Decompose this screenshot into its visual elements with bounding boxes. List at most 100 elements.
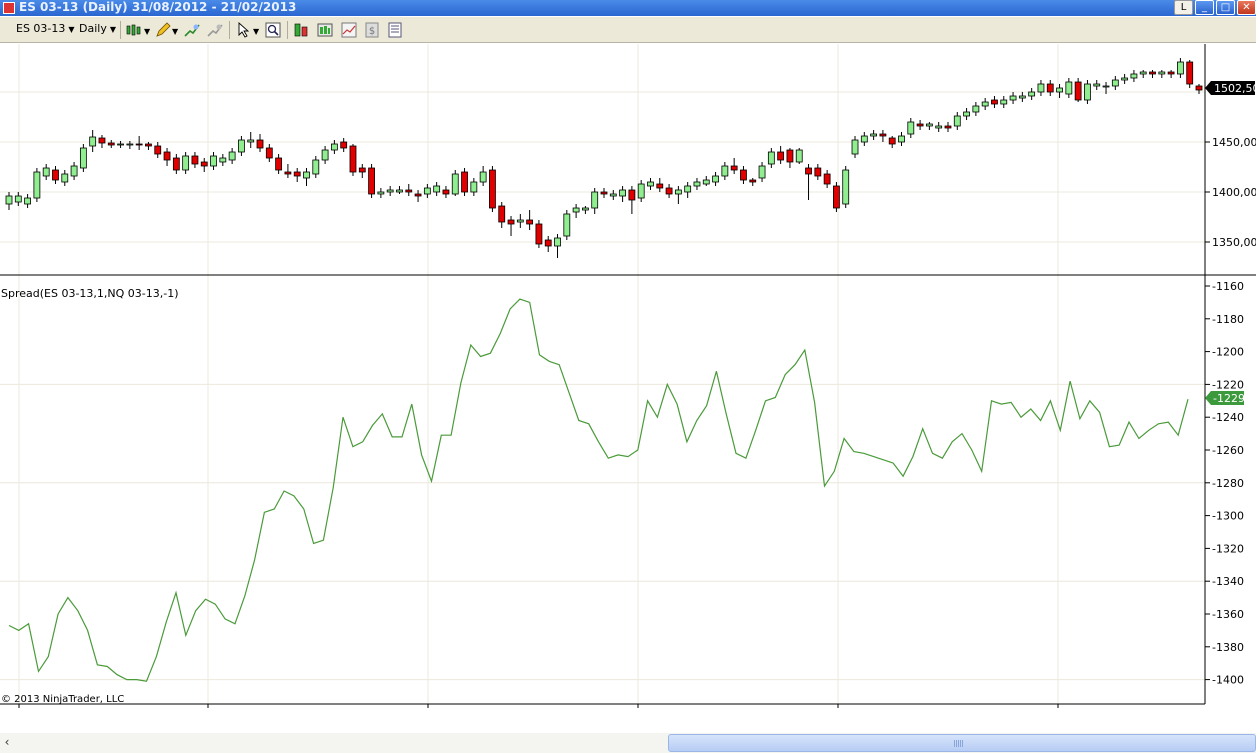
chevron-down-icon[interactable]: ▼ [253, 25, 259, 39]
candle-body [423, 187, 431, 195]
scroll-left-icon[interactable]: ‹ [0, 733, 14, 753]
candle-body [349, 145, 357, 173]
candle-body [702, 179, 710, 185]
candle-body [405, 189, 413, 193]
candle-body [740, 169, 747, 181]
pointer-icon[interactable] [236, 22, 252, 38]
last-price-label: 1502,50 [1214, 82, 1256, 95]
spread-y-tick-label: -1260 [1212, 444, 1244, 457]
candle-body [767, 151, 775, 165]
candle-body [284, 171, 292, 175]
svg-text:$: $ [369, 26, 375, 37]
candle-body [396, 189, 403, 193]
candle-body [1046, 83, 1054, 93]
candle-body [442, 189, 450, 195]
candle-body [991, 99, 998, 105]
dollar-icon[interactable]: $ [364, 22, 380, 38]
spread-y-tick-label: -1240 [1212, 411, 1244, 424]
properties-icon[interactable] [293, 22, 309, 38]
spread-y-tick-label: -1320 [1212, 542, 1244, 555]
grid-lines [0, 44, 1205, 704]
chevron-down-icon[interactable]: ▼ [172, 25, 178, 39]
scrollbar-thumb[interactable] [668, 734, 1256, 752]
candle-body [79, 147, 87, 169]
candle-body [935, 125, 943, 129]
candle-body [656, 183, 664, 189]
candle-body [684, 185, 692, 193]
candle-body [619, 189, 626, 197]
spread-y-tick-label: -1200 [1212, 346, 1244, 359]
interval-selector[interactable]: Daily ▼ [79, 22, 116, 37]
candle-body [860, 135, 868, 143]
candle-body [70, 165, 78, 177]
candle-body [265, 147, 273, 159]
last-spread-marker: -1229 [1205, 391, 1245, 405]
candle-body [582, 207, 589, 211]
window-titlebar[interactable]: ES 03-13 (Daily) 31/08/2012 - 21/02/2013… [0, 0, 1256, 16]
chart-svg[interactable]: setottnovdic13feb1450,001400,001350,00-1… [0, 44, 1256, 724]
chart-area[interactable]: setottnovdic13feb1450,001400,001350,00-1… [0, 44, 1256, 724]
candle-body [563, 213, 571, 237]
chart-toolbar: ES 03-13 ▼ Daily ▼ ▼ ▼ ▼ $ [0, 17, 1256, 43]
candle-body [145, 143, 152, 147]
toolbar-separator [229, 21, 230, 39]
candle-body [833, 185, 840, 209]
candle-body [377, 191, 385, 195]
candle-body [191, 155, 199, 165]
candle-body [433, 185, 441, 193]
layout-button[interactable]: L [1174, 0, 1193, 15]
candle-body [451, 173, 459, 195]
candle-body [1056, 87, 1063, 93]
indicator-icon[interactable] [184, 22, 200, 38]
minimize-button[interactable]: _ [1195, 0, 1214, 15]
candle-body [554, 237, 561, 247]
candle-body [98, 137, 106, 144]
candle-body [795, 149, 803, 163]
candle-body [1093, 83, 1101, 87]
copyright-text: © 2013 NinjaTrader, LLC [1, 694, 124, 705]
chart-style-icon[interactable] [341, 22, 357, 38]
candle-body [200, 161, 208, 167]
candle-body [498, 205, 506, 223]
instrument-selector[interactable]: ES 03-13 ▼ [16, 22, 75, 37]
candle-body [256, 139, 264, 149]
candle-body [1195, 85, 1203, 91]
zoom-icon[interactable] [265, 22, 281, 38]
panel-icon[interactable] [387, 22, 403, 38]
interval-label: Daily [79, 22, 107, 35]
last-spread-label: -1229 [1213, 392, 1245, 405]
candle-body [107, 142, 115, 146]
candle-body [1018, 95, 1026, 99]
candle-body [1177, 61, 1184, 75]
pencil-icon[interactable] [155, 22, 171, 38]
candle-body [786, 149, 794, 163]
price-y-tick-label: 1350,00 [1212, 236, 1256, 249]
candle-body [386, 189, 394, 193]
candle-body [135, 143, 143, 146]
chevron-down-icon[interactable]: ▼ [144, 25, 150, 39]
indicator-label: Spread(ES 03-13,1,NQ 03-13,-1) [1, 287, 179, 300]
data-box-icon[interactable] [317, 22, 333, 38]
chevron-down-icon: ▼ [68, 25, 75, 34]
close-button[interactable]: ✕ [1237, 0, 1256, 15]
candle-body [749, 179, 757, 183]
candle-body [126, 143, 134, 146]
grip-icon [954, 740, 964, 747]
chevron-down-icon: ▼ [109, 25, 116, 34]
candle-body [14, 195, 22, 203]
candle-body [628, 189, 636, 201]
horizontal-scrollbar[interactable]: ‹ [0, 733, 1256, 753]
candle-body [1111, 79, 1119, 87]
candle-body [182, 155, 190, 171]
candle-body [210, 155, 217, 167]
candle-body [870, 133, 878, 137]
candle-body [1149, 71, 1156, 75]
maximize-button[interactable]: □ [1216, 0, 1235, 15]
candle-body [693, 181, 701, 187]
candle-body [712, 175, 719, 183]
candle-body [544, 239, 552, 247]
strategy-icon[interactable] [207, 22, 223, 38]
candle-body [535, 223, 543, 245]
candle-body [777, 151, 785, 161]
bar-type-icon[interactable] [126, 22, 142, 38]
